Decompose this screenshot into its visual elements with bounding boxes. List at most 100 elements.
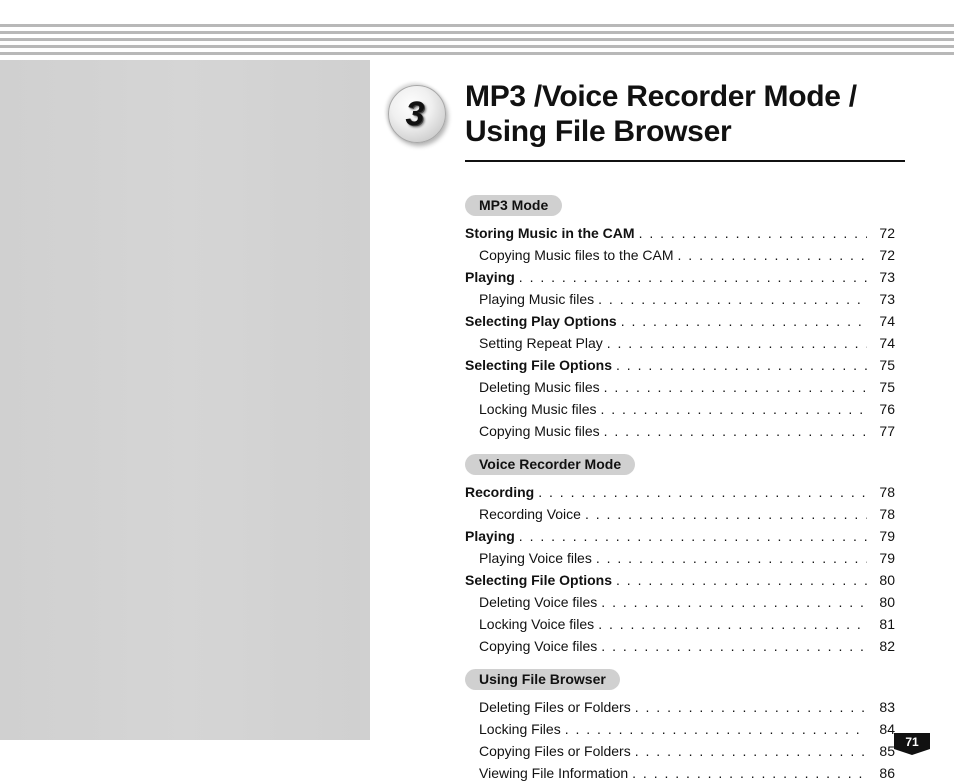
- toc-entry: Copying Voice files . . . . . . . . . . …: [465, 635, 895, 657]
- toc-entry: Copying Music files to the CAM . . . . .…: [465, 244, 895, 266]
- toc-entry: Selecting Play Options . . . . . . . . .…: [465, 310, 895, 332]
- toc-leader-dots: . . . . . . . . . . . . . . . . . . . . …: [597, 399, 868, 420]
- toc-entry-label: Playing Voice files: [479, 548, 592, 569]
- toc-entry: Deleting Files or Folders . . . . . . . …: [465, 696, 895, 718]
- toc-entry-label: Copying Files or Folders: [479, 741, 631, 762]
- toc-entry-label: Deleting Voice files: [479, 592, 597, 613]
- toc-leader-dots: . . . . . . . . . . . . . . . . . . . . …: [594, 289, 867, 310]
- toc-entry-page: 79: [867, 548, 895, 569]
- toc-entry: Playing Music files . . . . . . . . . . …: [465, 288, 895, 310]
- toc-entry: Locking Music files . . . . . . . . . . …: [465, 398, 895, 420]
- toc-leader-dots: . . . . . . . . . . . . . . . . . . . . …: [631, 741, 867, 762]
- toc-entry-page: 74: [867, 333, 895, 354]
- toc-entry: Deleting Music files . . . . . . . . . .…: [465, 376, 895, 398]
- toc-entry-label: Playing: [465, 267, 515, 288]
- toc-entry-label: Recording Voice: [479, 504, 581, 525]
- toc-entry-page: 84: [867, 719, 895, 740]
- toc-entry-page: 72: [867, 223, 895, 244]
- toc-entry-label: Copying Voice files: [479, 636, 597, 657]
- toc-leader-dots: . . . . . . . . . . . . . . . . . . . . …: [628, 763, 867, 784]
- section-heading: MP3 Mode: [465, 195, 562, 216]
- toc-entry: Deleting Voice files . . . . . . . . . .…: [465, 591, 895, 613]
- toc-entry-label: Locking Music files: [479, 399, 597, 420]
- toc-entry: Copying Files or Folders . . . . . . . .…: [465, 740, 895, 762]
- toc-leader-dots: . . . . . . . . . . . . . . . . . . . . …: [612, 355, 867, 376]
- toc-entry-page: 77: [867, 421, 895, 442]
- decorative-top-bars: [0, 24, 954, 59]
- toc-entry-label: Locking Files: [479, 719, 561, 740]
- toc-entry: Recording . . . . . . . . . . . . . . . …: [465, 481, 895, 503]
- chapter-title-line2: Using File Browser: [465, 115, 731, 148]
- toc-entry-label: Playing: [465, 526, 515, 547]
- toc-entry-page: 83: [867, 697, 895, 718]
- toc-entry-page: 80: [867, 592, 895, 613]
- toc-entry: Selecting File Options . . . . . . . . .…: [465, 569, 895, 591]
- toc-entry-page: 75: [867, 355, 895, 376]
- toc-leader-dots: . . . . . . . . . . . . . . . . . . . . …: [635, 223, 867, 244]
- toc-entry: Playing Voice files . . . . . . . . . . …: [465, 547, 895, 569]
- chapter-title: MP3 /Voice Recorder Mode / Using File Br…: [465, 80, 925, 149]
- toc-leader-dots: . . . . . . . . . . . . . . . . . . . . …: [603, 333, 867, 354]
- toc-entry-page: 79: [867, 526, 895, 547]
- toc-entry-page: 73: [867, 267, 895, 288]
- toc-entry-label: Recording: [465, 482, 534, 503]
- toc-entry-label: Storing Music in the CAM: [465, 223, 635, 244]
- toc-entry: Storing Music in the CAM . . . . . . . .…: [465, 222, 895, 244]
- toc-entry-label: Copying Music files to the CAM: [479, 245, 674, 266]
- toc-entry: Selecting File Options . . . . . . . . .…: [465, 354, 895, 376]
- toc-entry-page: 76: [867, 399, 895, 420]
- chapter-number: 3: [406, 95, 429, 134]
- toc-leader-dots: . . . . . . . . . . . . . . . . . . . . …: [597, 592, 867, 613]
- toc-entry-label: Copying Music files: [479, 421, 600, 442]
- toc-leader-dots: . . . . . . . . . . . . . . . . . . . . …: [600, 421, 867, 442]
- toc-entry: Playing . . . . . . . . . . . . . . . . …: [465, 266, 895, 288]
- toc-entry-page: 74: [867, 311, 895, 332]
- section-heading: Using File Browser: [465, 669, 620, 690]
- toc-leader-dots: . . . . . . . . . . . . . . . . . . . . …: [631, 697, 867, 718]
- toc-entry-page: 80: [867, 570, 895, 591]
- toc-leader-dots: . . . . . . . . . . . . . . . . . . . . …: [561, 719, 867, 740]
- toc-entry-page: 73: [867, 289, 895, 310]
- toc-entry-label: Selecting Play Options: [465, 311, 617, 332]
- toc-entry-label: Locking Voice files: [479, 614, 594, 635]
- toc-entry-label: Selecting File Options: [465, 355, 612, 376]
- toc-leader-dots: . . . . . . . . . . . . . . . . . . . . …: [612, 570, 867, 591]
- toc-entry-label: Viewing File Information: [479, 763, 628, 784]
- toc-entry-label: Deleting Music files: [479, 377, 600, 398]
- left-gray-panel: [0, 60, 370, 740]
- toc-entry: Viewing File Information . . . . . . . .…: [465, 762, 895, 784]
- toc-entry-page: 75: [867, 377, 895, 398]
- toc-entry: Setting Repeat Play . . . . . . . . . . …: [465, 332, 895, 354]
- toc-entry: Recording Voice . . . . . . . . . . . . …: [465, 503, 895, 525]
- toc-leader-dots: . . . . . . . . . . . . . . . . . . . . …: [594, 614, 867, 635]
- svg-text:71: 71: [905, 735, 919, 749]
- table-of-contents: MP3 Mode Storing Music in the CAM . . . .…: [465, 195, 895, 784]
- toc-leader-dots: . . . . . . . . . . . . . . . . . . . . …: [600, 377, 867, 398]
- toc-entry-page: 81: [867, 614, 895, 635]
- toc-entry-page: 78: [867, 504, 895, 525]
- toc-entry-page: 85: [867, 741, 895, 762]
- chapter-title-line1: MP3 /Voice Recorder Mode /: [465, 80, 857, 113]
- toc-entry-label: Selecting File Options: [465, 570, 612, 591]
- toc-leader-dots: . . . . . . . . . . . . . . . . . . . . …: [597, 636, 867, 657]
- toc-leader-dots: . . . . . . . . . . . . . . . . . . . . …: [515, 267, 867, 288]
- toc-entry-label: Deleting Files or Folders: [479, 697, 631, 718]
- toc-leader-dots: . . . . . . . . . . . . . . . . . . . . …: [534, 482, 867, 503]
- toc-entry-page: 82: [867, 636, 895, 657]
- toc-entry-label: Setting Repeat Play: [479, 333, 603, 354]
- toc-entry: Locking Files . . . . . . . . . . . . . …: [465, 718, 895, 740]
- section-heading: Voice Recorder Mode: [465, 454, 635, 475]
- toc-entry: Locking Voice files . . . . . . . . . . …: [465, 613, 895, 635]
- toc-leader-dots: . . . . . . . . . . . . . . . . . . . . …: [515, 526, 867, 547]
- toc-leader-dots: . . . . . . . . . . . . . . . . . . . . …: [592, 548, 867, 569]
- toc-leader-dots: . . . . . . . . . . . . . . . . . . . . …: [581, 504, 867, 525]
- toc-leader-dots: . . . . . . . . . . . . . . . . . . . . …: [617, 311, 867, 332]
- page-number-badge: 71: [892, 731, 932, 757]
- toc-entry-label: Playing Music files: [479, 289, 594, 310]
- chapter-number-badge: 3: [388, 85, 446, 143]
- toc-entry-page: 72: [867, 245, 895, 266]
- toc-leader-dots: . . . . . . . . . . . . . . . . . . . . …: [674, 245, 867, 266]
- toc-entry: Copying Music files . . . . . . . . . . …: [465, 420, 895, 442]
- toc-entry: Playing . . . . . . . . . . . . . . . . …: [465, 525, 895, 547]
- title-underline: [465, 160, 905, 162]
